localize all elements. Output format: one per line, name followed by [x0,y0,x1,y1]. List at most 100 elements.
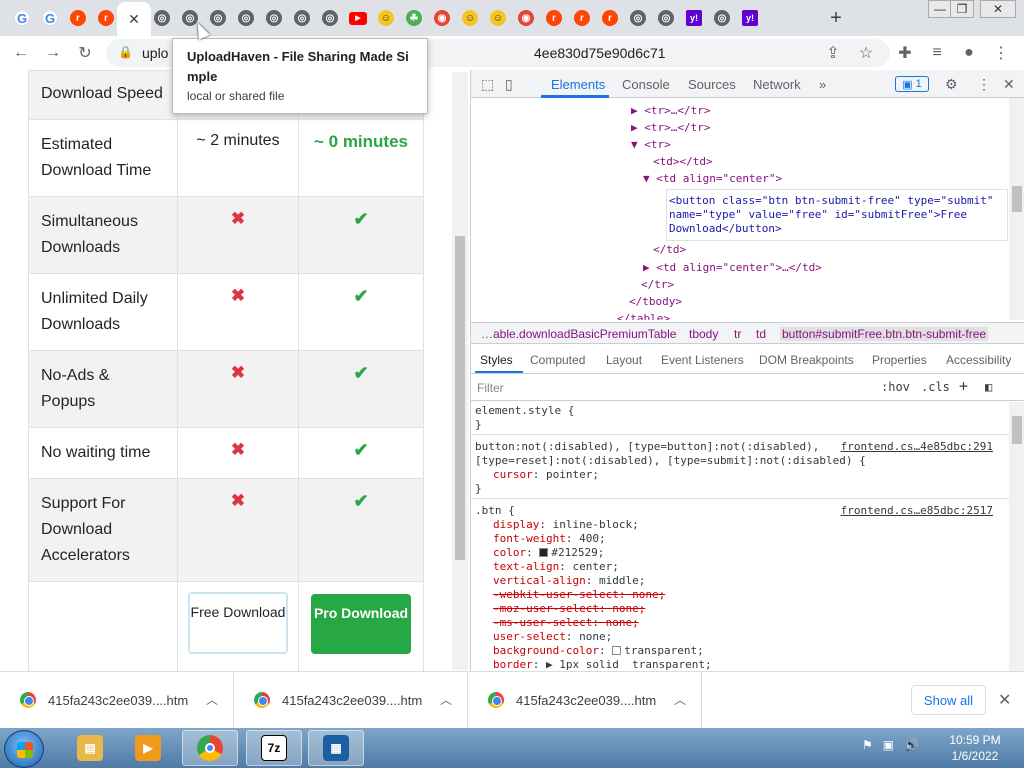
devtools-close-icon[interactable]: ✕ [1003,76,1015,93]
css-property[interactable]: cursor [493,468,533,481]
dom-scrollbar-thumb[interactable] [1012,186,1022,212]
tab-network[interactable]: Network [753,77,801,92]
inspect-element-icon[interactable]: ⬚ [481,76,494,93]
flag-icon[interactable]: ⚑ [862,738,873,752]
page-scrollbar[interactable] [452,72,468,670]
css-value[interactable]: transparent; [624,644,703,657]
tab-elements[interactable]: Elements [551,77,605,92]
toggle-sidebar-icon[interactable]: ◧ [985,380,992,394]
styles-scrollbar-thumb[interactable] [1012,416,1022,444]
new-style-rule-button[interactable]: + [959,377,968,395]
browser-tab[interactable]: r [64,4,92,32]
browser-tab[interactable]: ◎ [232,4,260,32]
dom-node-line[interactable]: ▶ <tr>…</tr> [631,104,710,118]
free-download-button[interactable]: Free Download [188,592,288,654]
download-bar-close-icon[interactable]: ✕ [998,690,1011,710]
download-item[interactable]: 415fa243c2ee039....htm ︿ [234,672,468,729]
extensions-puzzle-icon[interactable]: ✚ [894,42,916,64]
browser-tab[interactable]: ◎ [260,4,288,32]
css-value[interactable]: none; [632,588,665,601]
css-property[interactable]: user-select [493,630,566,643]
breadcrumb-table[interactable]: able.downloadBasicPremiumTable [493,327,676,341]
css-property[interactable]: border [493,658,533,671]
taskbar-media-player[interactable]: ▶ [120,730,176,766]
profile-avatar-icon[interactable]: ● [958,42,980,64]
css-value[interactable]: pointer; [546,468,599,481]
taskbar-explorer[interactable]: ▤ [62,730,118,766]
subtab-accessibility[interactable]: Accessibility [946,353,1011,367]
browser-tab[interactable]: ◉ [428,4,456,32]
breadcrumb-tr[interactable]: tr [734,327,741,341]
tab-close-icon[interactable]: ✕ [128,11,140,28]
browser-tab[interactable]: ◎ [148,4,176,32]
subtab-computed[interactable]: Computed [530,353,585,367]
download-item[interactable]: 415fa243c2ee039....htm ︿ [0,672,234,729]
chrome-menu-icon[interactable]: ⋮ [990,42,1012,64]
css-value[interactable]: #212529; [551,546,604,559]
network-icon[interactable]: ▣ [883,738,894,752]
browser-tab[interactable]: r [92,4,120,32]
dom-node-line[interactable]: Download</button> [669,222,782,236]
dom-node-line[interactable]: ▼ <td align="center"> [643,172,782,186]
chevron-up-icon[interactable]: ︿ [206,691,218,708]
tab-console[interactable]: Console [622,77,670,92]
browser-tab[interactable]: r [596,4,624,32]
chevron-up-icon[interactable]: ︿ [440,691,452,708]
new-tab-button[interactable]: + [824,6,848,30]
styles-scrollbar[interactable] [1009,402,1024,671]
dom-scrollbar[interactable] [1009,98,1024,320]
css-value[interactable]: none; [579,630,612,643]
css-value[interactable]: ▶ 1px solid transparent; [546,658,712,671]
media-queue-icon[interactable]: ≡ [926,42,948,64]
dom-node-line[interactable]: </table> [617,312,670,320]
bookmark-star-icon[interactable]: ☆ [855,42,877,64]
css-property[interactable]: color [493,546,526,559]
color-swatch[interactable] [612,646,622,655]
browser-tab[interactable]: ☺ [372,4,400,32]
browser-tab[interactable]: y! [736,4,764,32]
reload-icon[interactable]: ↻ [74,42,96,64]
breadcrumb-button[interactable]: button#submitFree.btn.btn-submit-free [780,327,989,341]
browser-tab[interactable]: ☺ [456,4,484,32]
back-arrow-icon[interactable]: ← [10,42,32,64]
dom-node-line[interactable]: ▶ <td align="center">…</td> [643,261,822,275]
css-value[interactable]: center; [572,560,618,573]
browser-tab[interactable]: ◉ [512,4,540,32]
subtab-event-listeners[interactable]: Event Listeners [661,353,744,367]
css-property[interactable]: font-weight [493,532,566,545]
browser-tab[interactable]: r [568,4,596,32]
color-swatch[interactable] [539,548,549,557]
browser-tab[interactable]: y! [680,4,708,32]
css-property[interactable]: -webkit-user-select [493,588,619,601]
show-all-button[interactable]: Show all [911,685,986,715]
dom-node-line[interactable]: ▶ <tr>…</tr> [631,121,710,135]
browser-tab[interactable]: ◎ [316,4,344,32]
browser-tab[interactable]: ◎ [288,4,316,32]
volume-icon[interactable]: 🔊 [904,738,919,752]
share-icon[interactable]: ⇪ [822,42,844,64]
browser-tab[interactable]: ☘ [400,4,428,32]
css-value[interactable]: none; [612,602,645,615]
rule-source-link[interactable]: frontend.cs…4e85dbc:291 [841,440,993,453]
browser-tab[interactable]: ◎ [652,4,680,32]
breadcrumb-ellipsis[interactable]: … [481,327,493,341]
tab-sources[interactable]: Sources [688,77,736,92]
dom-node-line[interactable]: <button class="btn btn-submit-free" type… [669,194,994,208]
taskbar-virtualbox[interactable]: ▦ [308,730,364,766]
css-value[interactable]: middle; [599,574,645,587]
subtab-layout[interactable]: Layout [606,353,642,367]
browser-tab[interactable]: ▶ [344,4,372,32]
breadcrumb-tbody[interactable]: tbody [689,327,718,341]
cls-toggle[interactable]: .cls [921,380,950,394]
close-window-button[interactable]: ✕ [980,0,1016,18]
subtab-properties[interactable]: Properties [872,353,927,367]
browser-tab[interactable]: ◎ [624,4,652,32]
css-property[interactable]: text-align [493,560,559,573]
taskbar-7zip[interactable]: 7z [246,730,302,766]
more-tabs-chevron[interactable]: » [819,77,826,92]
settings-gear-icon[interactable]: ⚙ [945,76,958,93]
page-scrollbar-thumb[interactable] [455,236,465,560]
restore-button[interactable]: ❐ [950,0,974,18]
download-item[interactable]: 415fa243c2ee039....htm ︿ [468,672,702,729]
browser-tab[interactable]: ◎ [204,4,232,32]
